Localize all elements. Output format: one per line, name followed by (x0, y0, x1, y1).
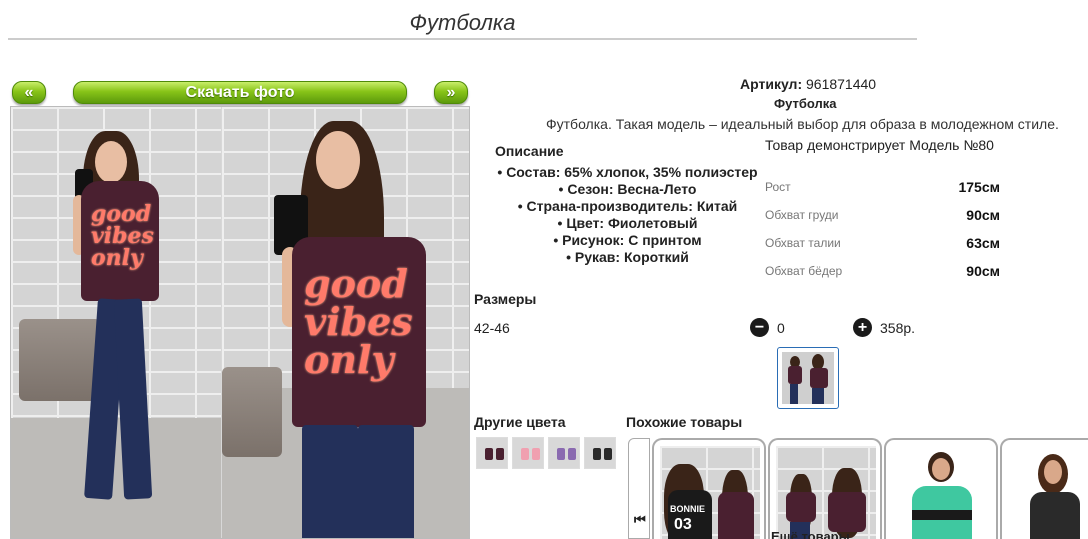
shirt-print-line: vibes (304, 299, 413, 344)
article-row: Артикул: 961871440 (740, 76, 876, 92)
measurement-label: Рост (765, 180, 791, 194)
minus-button[interactable]: − (750, 318, 769, 337)
jersey-number: 03 (674, 516, 692, 533)
details-list: Состав: 65% хлопок, 35% полиэстер Сезон:… (490, 164, 765, 266)
color-swatch[interactable] (584, 437, 616, 469)
details-heading: Описание (495, 143, 564, 159)
details-item: Состав: 65% хлопок, 35% полиэстер (490, 164, 765, 181)
similar-item[interactable] (768, 438, 882, 539)
color-swatch[interactable] (476, 437, 508, 469)
details-item: Рукав: Короткий (490, 249, 765, 266)
shirt-print-line: only (91, 245, 143, 271)
measurement-value: 90см (966, 263, 1000, 279)
shirt-print-line: only (304, 337, 394, 382)
product-photo[interactable]: good vibes only good vibes only (10, 106, 470, 539)
skip-first-icon: ⏮ (634, 512, 646, 527)
measurement-value: 175см (958, 179, 1000, 195)
photo-left-pose: good vibes only (11, 107, 221, 538)
measurement-row: Рост 175см (765, 179, 1000, 195)
measurement-value: 90см (966, 207, 1000, 223)
plus-button[interactable]: + (853, 318, 872, 337)
measurement-row: Обхват груди 90см (765, 207, 1000, 223)
jersey-text: BONNIE (670, 504, 706, 514)
download-photo-button[interactable]: Скачать фото (73, 81, 407, 104)
similar-item[interactable] (884, 438, 998, 539)
color-swatch[interactable] (548, 437, 580, 469)
product-name: Футболка (774, 96, 837, 111)
other-colors-heading: Другие цвета (474, 414, 566, 430)
measurement-row: Обхват бёдер 90см (765, 263, 1000, 279)
details-item: Страна-производитель: Китай (490, 198, 765, 215)
shirt-print-line: good (91, 201, 152, 227)
quantity-value: 0 (777, 320, 785, 336)
color-swatch[interactable] (512, 437, 544, 469)
article-label: Артикул: (740, 76, 803, 92)
shirt-print-line: vibes (91, 223, 154, 249)
details-item: Рисунок: С принтом (490, 232, 765, 249)
page-title: Футболка (409, 10, 516, 35)
details-item: Цвет: Фиолетовый (490, 215, 765, 232)
details-item: Сезон: Весна-Лето (490, 181, 765, 198)
size-value: 42-46 (474, 320, 510, 336)
measurement-label: Обхват талии (765, 236, 841, 250)
model-info: Товар демонстрирует Модель №80 (765, 137, 994, 153)
measurement-value: 63см (966, 235, 1000, 251)
article-value: 961871440 (806, 76, 877, 92)
title-divider (8, 38, 917, 40)
similar-heading: Похожие товары (626, 414, 743, 430)
prev-photo-button[interactable]: « (12, 81, 46, 104)
shirt-print-line: good (304, 261, 408, 306)
next-photo-button[interactable]: » (434, 81, 468, 104)
product-description: Футболка. Такая модель – идеальный выбор… (546, 116, 1059, 132)
photo-right-pose: good vibes only (222, 107, 469, 538)
selected-photo-thumbnail[interactable] (777, 347, 839, 409)
more-items-link[interactable]: Ещё товары (771, 529, 850, 539)
sizes-heading: Размеры (474, 291, 537, 307)
measurement-label: Обхват груди (765, 208, 839, 222)
measurement-label: Обхват бёдер (765, 264, 843, 278)
measurement-row: Обхват талии 63см (765, 235, 1000, 251)
price: 358р. (880, 320, 916, 336)
carousel-first-button[interactable]: ⏮ (628, 438, 650, 539)
similar-item[interactable] (1000, 438, 1088, 539)
similar-item[interactable]: BONNIE 03 (652, 438, 766, 539)
